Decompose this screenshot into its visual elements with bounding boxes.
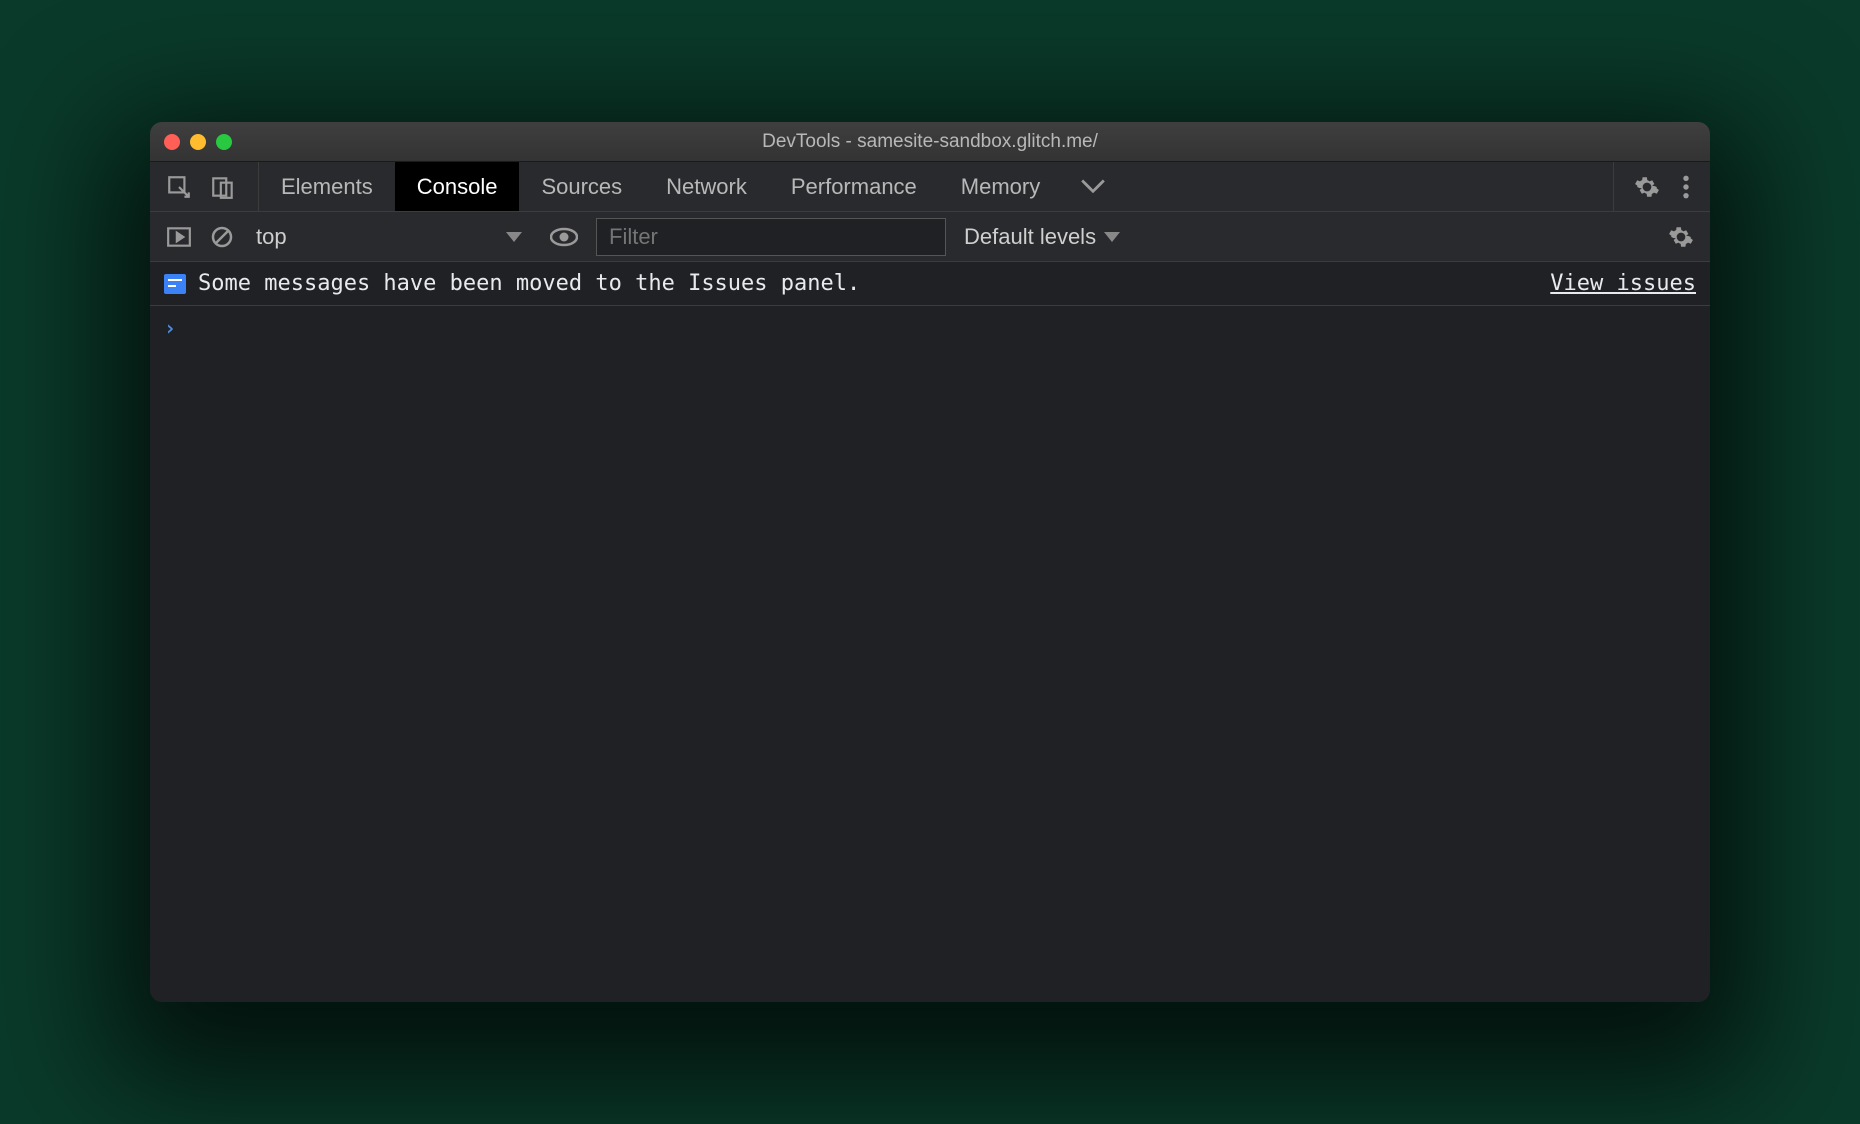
toolbar-right — [1613, 162, 1710, 211]
maximize-window-button[interactable] — [216, 134, 232, 150]
window-title: DevTools - samesite-sandbox.glitch.me/ — [150, 131, 1710, 153]
console-body[interactable]: › — [150, 306, 1710, 1002]
live-expression-icon[interactable] — [550, 227, 578, 247]
devtools-window: DevTools - samesite-sandbox.glitch.me/ E… — [150, 122, 1710, 1002]
tab-elements[interactable]: Elements — [259, 162, 395, 211]
tab-memory[interactable]: Memory — [939, 162, 1062, 211]
toggle-sidebar-icon[interactable] — [166, 226, 192, 248]
tab-console[interactable]: Console — [395, 162, 520, 211]
info-message: Some messages have been moved to the Iss… — [198, 271, 860, 296]
close-window-button[interactable] — [164, 134, 180, 150]
chevron-down-icon — [1104, 232, 1120, 242]
minimize-window-button[interactable] — [190, 134, 206, 150]
context-label: top — [256, 224, 287, 250]
issues-info-bar: Some messages have been moved to the Iss… — [150, 262, 1710, 306]
tab-performance[interactable]: Performance — [769, 162, 939, 211]
inspector-icons — [150, 162, 258, 211]
filter-input[interactable] — [596, 218, 946, 256]
issues-icon — [164, 274, 186, 294]
titlebar: DevTools - samesite-sandbox.glitch.me/ — [150, 122, 1710, 162]
more-tabs-button[interactable] — [1062, 162, 1124, 211]
panel-tabs: Elements Console Sources Network Perform… — [259, 162, 1062, 211]
levels-label: Default levels — [964, 224, 1096, 250]
main-toolbar: Elements Console Sources Network Perform… — [150, 162, 1710, 212]
clear-console-icon[interactable] — [210, 225, 234, 249]
select-element-icon[interactable] — [166, 174, 192, 200]
log-levels-select[interactable]: Default levels — [964, 224, 1120, 250]
tab-network[interactable]: Network — [644, 162, 769, 211]
console-settings-icon[interactable] — [1668, 224, 1694, 250]
view-issues-link[interactable]: View issues — [1550, 271, 1696, 296]
settings-gear-icon[interactable] — [1634, 174, 1660, 200]
chevron-down-icon — [506, 232, 522, 242]
traffic-lights — [164, 134, 232, 150]
kebab-menu-icon[interactable] — [1682, 174, 1690, 200]
console-sub-toolbar: top Default levels — [150, 212, 1710, 262]
device-toolbar-icon[interactable] — [210, 174, 236, 200]
execution-context-select[interactable]: top — [252, 224, 532, 250]
tab-sources[interactable]: Sources — [519, 162, 644, 211]
console-prompt: › — [164, 316, 176, 340]
